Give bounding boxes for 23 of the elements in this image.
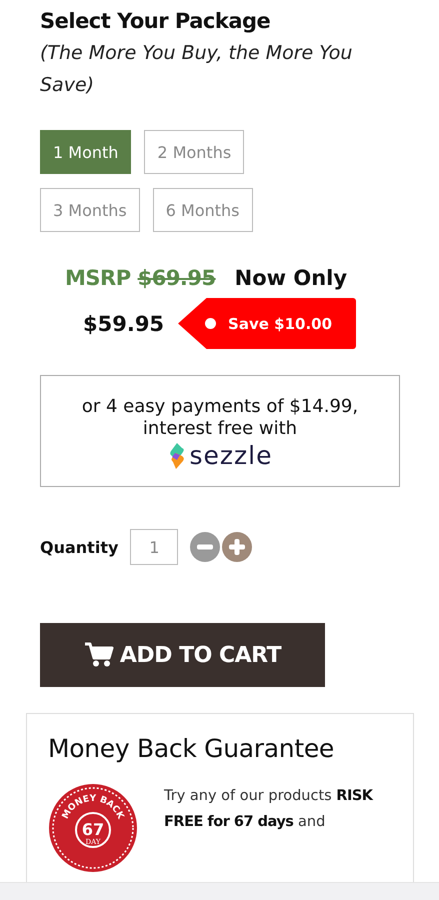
guarantee-text: Try any of our products RISK FREE for 67 days and: [164, 787, 374, 832]
quantity-field[interactable]: 1: [130, 529, 178, 565]
sezzle-wordmark: sezzle: [190, 442, 272, 470]
package-option[interactable]: 6 Months: [152, 188, 252, 232]
quantity-label: Quantity: [40, 538, 118, 556]
guarantee-title: Money Back Guarantee: [48, 734, 336, 763]
sezzle-logo-icon: [168, 442, 186, 470]
now-only-label: Now Only: [234, 266, 348, 290]
add-to-cart-button[interactable]: ADD TO CART: [40, 623, 325, 687]
package-option[interactable]: 2 Months: [144, 130, 244, 174]
msrp-price: $69.95: [138, 266, 216, 290]
tag-hole-icon: [205, 318, 216, 329]
minus-button[interactable]: [190, 532, 220, 562]
save-amount: Save $10.00: [228, 314, 332, 332]
installments-text: or 4 easy payments of $14.99, interest free with: [80, 396, 360, 440]
plus-button[interactable]: [222, 532, 252, 562]
msrp-label: MSRP: [65, 266, 131, 290]
section-heading: Select Your Package: [40, 8, 272, 35]
sale-price: $59.95: [83, 312, 164, 336]
package-option[interactable]: 3 Months: [40, 188, 140, 232]
section-subheading: (The More You Buy, the More You Save): [40, 41, 354, 98]
cart-icon: [84, 642, 114, 668]
package-option[interactable]: 1 Month: [40, 130, 132, 174]
